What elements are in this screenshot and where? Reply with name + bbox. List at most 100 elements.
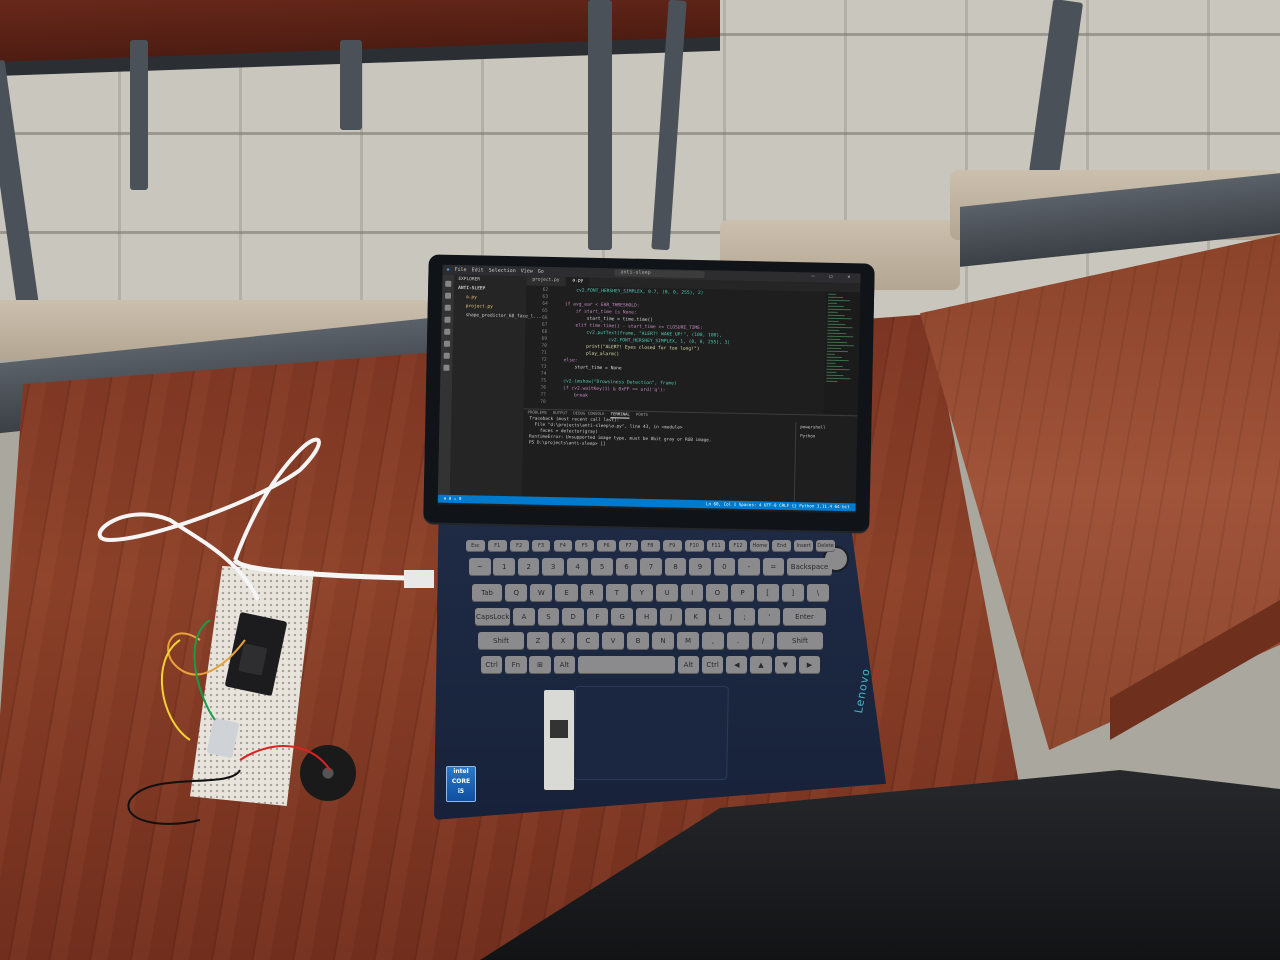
keyboard-key[interactable]: Y [630,584,653,602]
remote-icon[interactable] [443,340,451,347]
keyboard-key[interactable]: F9 [662,540,682,552]
keyboard-key[interactable]: Z [527,632,549,650]
keyboard-key[interactable]: [ [756,584,779,602]
testing-icon[interactable] [443,352,450,359]
keyboard-key[interactable]: F3 [531,540,551,552]
keyboard-key[interactable]: Alt [553,656,575,674]
keyboard-key[interactable]: D [562,608,584,626]
keyboard-key[interactable]: N [652,632,674,650]
keyboard-key[interactable]: 5 [591,558,613,576]
keyboard-key[interactable]: 6 [615,558,638,576]
keyboard-key[interactable]: F11 [706,540,726,552]
keyboard-key[interactable]: End [772,540,792,552]
keyboard-key[interactable]: \ [806,584,829,602]
keyboard-key[interactable]: M [677,632,699,650]
search-icon[interactable] [444,292,452,299]
keyboard-key[interactable]: A [513,608,535,626]
keyboard-key[interactable]: E [555,584,578,602]
keyboard-key[interactable]: = [762,558,785,576]
file-shape-predictor[interactable]: shape_predictor_68_face_l... [453,311,542,322]
keyboard-key[interactable]: Delete [816,540,835,552]
keyboard-key[interactable]: U [656,584,679,602]
terminal-list-item[interactable]: Python [796,431,858,441]
keyboard-key[interactable]: H [635,608,658,626]
keyboard-key[interactable]: F [586,608,609,626]
keyboard-key[interactable]: F1 [487,540,507,552]
tab-a-py[interactable]: a.py [566,277,590,287]
keyboard-key[interactable]: ▶ [798,656,821,674]
keyboard-key[interactable]: Ctrl [701,656,724,674]
code-editor[interactable]: 62 cv2.FONT_HERSHEY_SIMPLEX, 0.7, (0, 0,… [524,285,826,413]
keyboard-key[interactable]: Fn [505,656,527,674]
keyboard-key[interactable]: , [702,632,724,650]
status-right[interactable]: Ln 60, Col 1 Spaces: 4 UTF-8 CRLF {} Pyt… [706,500,850,511]
keyboard-key[interactable]: 8 [664,558,687,576]
keyboard-key[interactable]: ◀ [726,656,748,674]
keyboard-key[interactable]: ' [758,608,780,626]
keyboard-key[interactable]: L [709,608,731,626]
keyboard-key[interactable]: Q [505,584,528,602]
keyboard-key[interactable]: Ctrl [481,656,503,674]
window-controls[interactable]: — ▢ ✕ [811,273,856,280]
keyboard-key[interactable]: / [752,632,774,650]
keyboard-key[interactable]: T [605,584,628,602]
keyboard-key[interactable]: ⊞ [529,656,551,674]
keyboard-key[interactable]: ~ [469,558,491,576]
keyboard-key[interactable]: B [627,632,649,650]
keyboard-key[interactable]: W [530,584,553,602]
menu-edit[interactable]: Edit [472,267,484,273]
keyboard-key[interactable]: X [552,632,574,650]
keyboard-key[interactable] [577,656,675,674]
keyboard-key[interactable]: F2 [509,540,529,552]
keyboard-key[interactable]: ; [733,608,756,626]
keyboard-key[interactable]: F4 [553,540,573,552]
keyboard-key[interactable]: C [577,632,599,650]
keyboard-key[interactable]: V [602,632,624,650]
keyboard-key[interactable]: K [684,608,707,626]
keyboard-key[interactable]: 2 [517,558,540,576]
keyboard-key[interactable]: Shift [777,632,823,650]
keyboard-key[interactable]: . [727,632,749,650]
source-control-icon[interactable] [444,304,451,311]
keyboard-key[interactable]: F10 [684,540,704,552]
keyboard-key[interactable]: - [738,558,760,576]
minimap[interactable] [823,291,861,415]
keyboard-key[interactable]: 4 [566,558,589,576]
keyboard-key[interactable]: Shift [478,632,524,650]
keyboard-key[interactable]: 3 [542,558,564,576]
keyboard-key[interactable]: Tab [472,584,503,602]
keyboard-key[interactable]: 0 [713,558,736,576]
keyboard-key[interactable]: 7 [640,558,662,576]
status-left[interactable]: ⊗ 0 ⚠ 0 [444,495,462,503]
keyboard-key[interactable]: 9 [689,558,711,576]
extensions-icon[interactable] [444,328,451,335]
keyboard-key[interactable]: Enter [782,608,827,626]
keyboard-key[interactable]: 1 [493,558,515,576]
keyboard-key[interactable]: ] [781,584,804,602]
keyboard-key[interactable]: P [731,584,754,602]
keyboard-key[interactable]: G [611,608,633,626]
terminal[interactable]: Traceback (most recent call last): File … [522,416,794,502]
keyboard-key[interactable]: F8 [641,540,660,552]
keyboard-key[interactable]: I [681,584,704,602]
keyboard-key[interactable]: F12 [728,540,748,552]
keyboard-key[interactable]: F6 [597,540,617,552]
keyboard-key[interactable]: Backspace [787,558,833,576]
keyboard-key[interactable]: CapsLock [475,608,511,626]
explorer-icon[interactable] [445,280,452,287]
keyboard-key[interactable]: Home [750,540,770,552]
keyboard-key[interactable]: F5 [575,540,595,552]
run-debug-icon[interactable] [444,316,451,323]
menu-file[interactable]: File [454,267,466,273]
keyboard-key[interactable]: F7 [619,540,638,552]
keyboard-key[interactable]: Alt [677,656,699,674]
keyboard-key[interactable]: ▲ [750,656,772,674]
keyboard-key[interactable]: Esc [466,540,485,552]
keyboard-key[interactable]: J [660,608,682,626]
menu-view[interactable]: View [521,268,533,274]
keyboard-key[interactable]: S [537,608,560,626]
keyboard-key[interactable]: Insert [794,540,813,552]
docker-icon[interactable] [443,364,450,371]
menu-go[interactable]: Go [538,269,544,275]
keyboard-key[interactable]: O [706,584,729,602]
